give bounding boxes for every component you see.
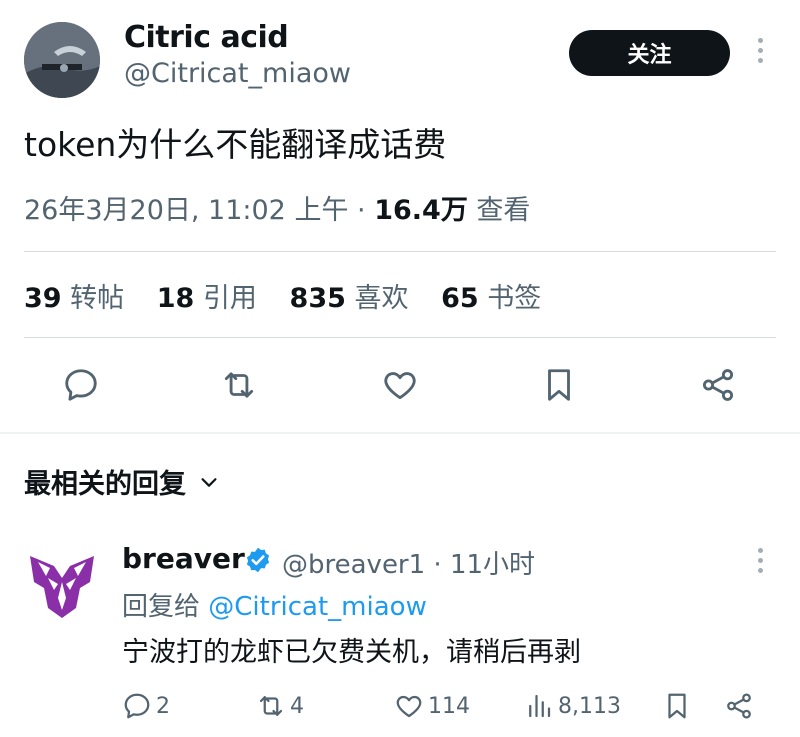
bookmark-button[interactable]: [538, 364, 580, 406]
tweet-text: token为什么不能翻译成话费: [24, 125, 447, 164]
replies-sort-label: 最相关的回复: [24, 469, 186, 500]
reply-author-handle-time[interactable]: @breaver1 · 11小时: [282, 544, 535, 581]
reply-likes-count: 114: [428, 693, 470, 719]
reply-share-button[interactable]: [724, 688, 758, 724]
reply-to-handle-link[interactable]: @Citricat_miaow: [208, 592, 427, 622]
stat-retweets[interactable]: 39 转帖: [24, 283, 124, 314]
retweet-button[interactable]: [218, 364, 260, 406]
author-name[interactable]: Citric acid: [124, 20, 289, 55]
reply-text: 宁波打的龙虾已欠费关机，请稍后再剥: [122, 637, 581, 668]
reply-icon: [65, 369, 97, 401]
reply-like-button[interactable]: 114: [394, 688, 470, 724]
engagement-stats: 39 转帖 18 引用 835 喜欢 65 书签: [24, 276, 565, 315]
stat-likes[interactable]: 835 喜欢: [290, 283, 409, 314]
retweet-icon: [224, 372, 254, 398]
reply-retweet-button[interactable]: 4: [256, 688, 304, 724]
stat-quotes[interactable]: 18 引用: [157, 283, 257, 314]
divider: [24, 251, 776, 252]
heart-icon: [384, 372, 416, 400]
share-button[interactable]: [697, 364, 739, 406]
divider: [24, 337, 776, 338]
reply-avatar[interactable]: [24, 548, 100, 624]
tweet-meta: 26年3月20日, 11:02 上午 · 16.4万 查看: [24, 188, 530, 227]
decepticon-logo-icon: [30, 556, 94, 618]
views-count: 16.4万: [374, 195, 468, 226]
chevron-down-icon: [201, 477, 217, 487]
stat-bookmarks[interactable]: 65 书签: [441, 283, 541, 314]
reply-icon: [124, 693, 150, 719]
retweet-icon: [259, 696, 283, 716]
reply-replies-count: 2: [156, 693, 170, 719]
author-avatar[interactable]: [24, 22, 100, 98]
share-icon: [727, 693, 751, 719]
views-label: 查看: [467, 195, 531, 226]
more-options-icon[interactable]: [752, 38, 768, 68]
share-icon: [702, 369, 734, 401]
tweet-timestamp[interactable]: 26年3月20日, 11:02 上午 ·: [24, 195, 374, 226]
reply-button[interactable]: [60, 364, 102, 406]
reply-reply-button[interactable]: 2: [122, 688, 170, 724]
section-divider: [0, 432, 800, 434]
reply-author-name[interactable]: breaver: [122, 542, 245, 575]
views-chart-icon: [529, 694, 551, 718]
reply-to-line: 回复给 @Citricat_miaow: [122, 586, 427, 623]
reply-views-button[interactable]: 8,113: [524, 688, 621, 724]
reply-bookmark-button[interactable]: [662, 688, 696, 724]
replies-sort-dropdown[interactable]: 最相关的回复: [24, 462, 220, 501]
heart-icon: [396, 695, 422, 718]
follow-button[interactable]: 关注: [569, 30, 730, 76]
verified-badge-icon: [246, 547, 270, 573]
bookmark-icon: [548, 369, 570, 401]
author-handle[interactable]: @Citricat_miaow: [124, 58, 351, 89]
bookmark-icon: [668, 693, 686, 719]
reply-to-prefix: 回复给: [122, 592, 209, 622]
reply-more-options-icon[interactable]: [752, 548, 768, 578]
reply-retweets-count: 4: [290, 693, 304, 719]
like-button[interactable]: [379, 364, 421, 406]
reply-views-count: 8,113: [558, 693, 621, 719]
